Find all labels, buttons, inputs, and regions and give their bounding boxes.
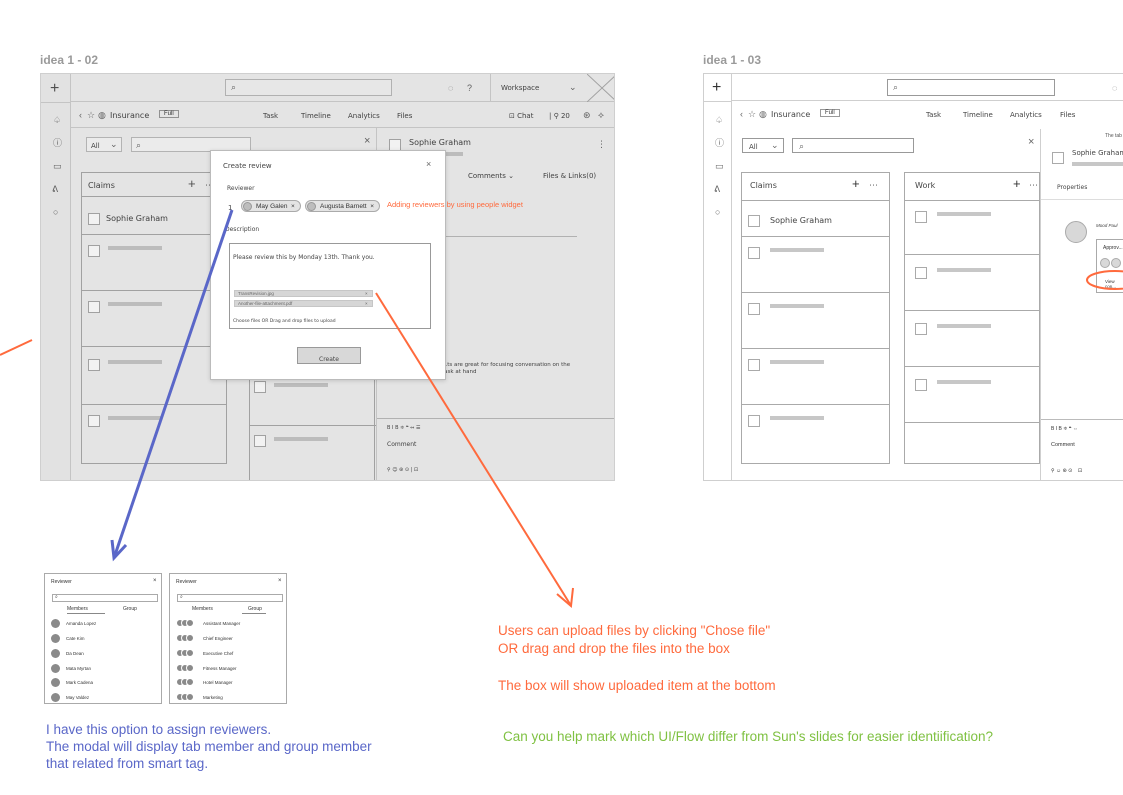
group-row[interactable]: Executive Chef	[176, 649, 233, 657]
reviewer-modal-title: Reviewer	[176, 579, 197, 585]
reviewer-modal-members: Reviewer × ⌕ Members Group Amanda Lopez …	[44, 573, 162, 704]
member-row[interactable]: Mark Cadena	[51, 678, 93, 687]
member-row[interactable]: Da Dean	[51, 649, 84, 658]
group-row[interactable]: Assistant Manager	[176, 619, 240, 627]
search-icon: ⌕	[180, 594, 183, 600]
tab-members[interactable]: Members	[192, 606, 213, 612]
note-green: Can you help mark which UI/Flow differ f…	[503, 729, 994, 744]
group-row[interactable]: Fitness Manager	[176, 664, 237, 672]
note-orange-1: Users can upload files by clicking "Chos…	[498, 623, 771, 638]
note-blue-3: that related from smart tag.	[46, 756, 209, 771]
note-blue-1: I have this option to assign reviewers.	[46, 722, 272, 737]
member-row[interactable]: Amanda Lopez	[51, 619, 96, 628]
orange-partial-line	[0, 339, 33, 356]
orange-arrow	[375, 292, 571, 605]
member-search-input[interactable]: ⌕	[52, 594, 158, 602]
search-icon: ⌕	[55, 594, 58, 600]
member-row[interactable]: Cate Kim	[51, 634, 85, 643]
note-blue-2: The modal will display tab member and gr…	[46, 739, 372, 754]
group-row[interactable]: Hotel Manager	[176, 678, 233, 686]
member-row[interactable]: Mata Myrtan	[51, 664, 91, 673]
reviewer-modal-groups: Reviewer × ⌕ Members Group Assistant Man…	[169, 573, 287, 704]
reviewer-modal-title: Reviewer	[51, 579, 72, 585]
tab-group[interactable]: Group	[248, 606, 262, 612]
group-search-input[interactable]: ⌕	[177, 594, 283, 602]
tab-group[interactable]: Group	[123, 606, 137, 612]
group-row[interactable]: Chief Engineer	[176, 634, 233, 642]
blue-arrow	[113, 209, 234, 556]
member-row[interactable]: May Valdez	[51, 693, 89, 702]
note-orange-2: OR drag and drop the files into the box	[498, 641, 730, 656]
close-icon[interactable]: ×	[278, 578, 282, 584]
tab-members[interactable]: Members	[67, 606, 88, 612]
group-row[interactable]: Marketing	[176, 693, 223, 701]
note-orange-3: The box will show uploaded item at the b…	[498, 678, 776, 693]
close-icon[interactable]: ×	[153, 578, 157, 584]
